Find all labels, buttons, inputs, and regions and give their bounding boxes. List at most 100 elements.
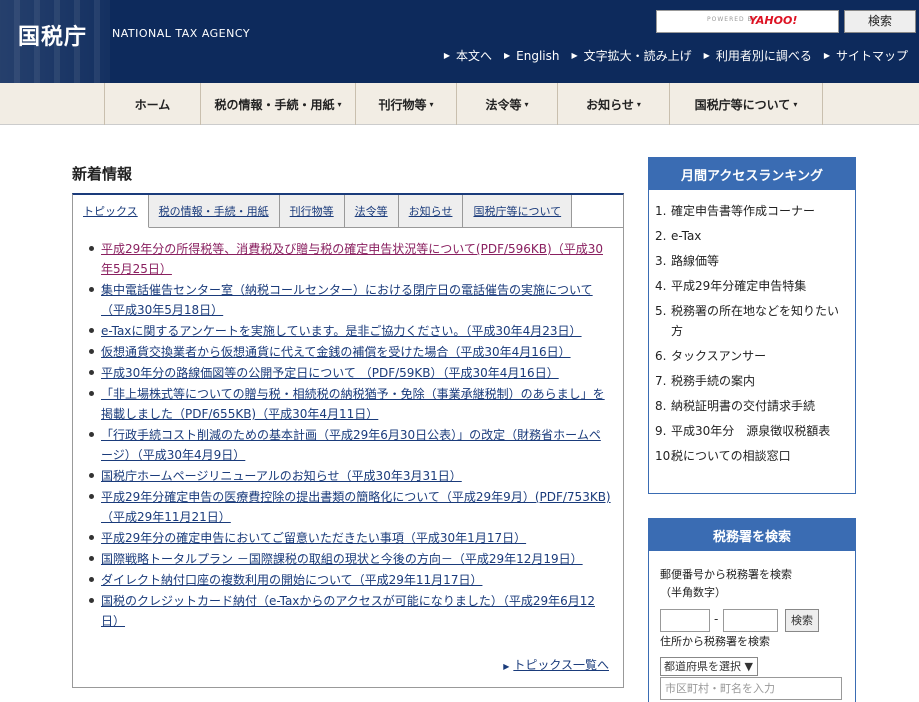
- ranking-link[interactable]: タックスアンサー: [671, 346, 855, 366]
- site-search-input[interactable]: POWERED BY YAHOO!: [656, 10, 839, 33]
- ranking-link[interactable]: 税についての相談窓口: [671, 446, 855, 466]
- tax-office-search: 税務署を検索 郵便番号から税務署を検索 （半角数字） - 検索 住所から税務署を…: [648, 518, 856, 702]
- ranking-item[interactable]: 7. 税務手続の案内: [655, 369, 855, 394]
- topic-item: 仮想通貨交換業者から仮想通貨に代えて金銭の補償を受けた場合（平成30年4月16日…: [85, 342, 611, 362]
- tab-publications[interactable]: 刊行物等: [279, 195, 345, 228]
- ranking-item[interactable]: 2. e-Tax: [655, 224, 855, 249]
- ranking-link[interactable]: 平成29年分確定申告特集: [671, 276, 855, 296]
- nav-publications[interactable]: 刊行物等 ▾: [356, 83, 457, 125]
- topic-item: 「行政手続コスト削減のための基本計画（平成29年6月30日公表）」の改定（財務省…: [85, 425, 611, 465]
- ranking-number: 2.: [655, 229, 667, 243]
- site-logo-english: NATIONAL TAX AGENCY: [112, 27, 251, 40]
- address-search-label: 住所から税務署を検索: [660, 635, 770, 648]
- tab-laws[interactable]: 法令等: [344, 195, 399, 228]
- topic-link[interactable]: 平成30年分の路線価図等の公開予定日について （PDF/59KB）（平成30年4…: [101, 366, 559, 380]
- site-logo[interactable]: 国税庁: [18, 19, 87, 51]
- ranking-number: 4.: [655, 279, 667, 293]
- ranking-heading: 月間アクセスランキング: [649, 158, 855, 190]
- util-link-main-content[interactable]: ▶ 本文へ: [444, 47, 492, 64]
- nav-notices[interactable]: お知らせ ▾: [558, 83, 670, 125]
- topic-link[interactable]: 国際戦略トータルプラン －国際課税の取組の現状と今後の方向－（平成29年12月1…: [101, 552, 583, 566]
- topic-item: 国税のクレジットカード納付（e-Taxからのアクセスが可能になりました）（平成2…: [85, 591, 611, 631]
- nav-tax-info[interactable]: 税の情報・手続・用紙 ▾: [201, 83, 356, 125]
- tab-topics[interactable]: トピックス: [73, 195, 149, 228]
- ranking-link[interactable]: 路線価等: [671, 251, 855, 271]
- news-panel: トピックス 税の情報・手続・用紙 刊行物等 法令等 お知らせ 国税庁等について …: [72, 193, 624, 688]
- topic-item: ダイレクト納付口座の複数利用の開始について（平成29年11月17日）: [85, 570, 611, 590]
- util-link-accessibility[interactable]: ▶ 文字拡大・読み上げ: [571, 47, 691, 64]
- ranking-list: 1. 確定申告書等作成コーナー 2. e-Tax 3. 路線価等 4. 平成29年分確定申告特…: [649, 190, 855, 469]
- ranking-item[interactable]: 3. 路線価等: [655, 249, 855, 274]
- triangle-right-icon: ▶: [503, 662, 510, 671]
- tab-notices[interactable]: お知らせ: [398, 195, 464, 228]
- chevron-down-icon: ▾: [793, 99, 798, 109]
- topics-list: 平成29年分の所得税等、消費税及び贈与税の確定申告状況等について(PDF/596…: [85, 239, 611, 632]
- site-search-button[interactable]: 検索: [844, 10, 916, 33]
- topics-more-link[interactable]: ▶ トピックス一覧へ: [503, 656, 609, 673]
- zip-second-field[interactable]: [723, 609, 778, 632]
- topic-link[interactable]: e-Taxに関するアンケートを実施しています。是非ご協力ください。（平成30年4…: [101, 324, 582, 338]
- topic-item: 平成29年分確定申告の医療費控除の提出書類の簡略化について（平成29年9月）(P…: [85, 487, 611, 527]
- news-tabs: トピックス 税の情報・手続・用紙 刊行物等 法令等 お知らせ 国税庁等について: [73, 195, 573, 228]
- chevron-down-icon: ▾: [524, 99, 529, 109]
- ranking-link[interactable]: e-Tax: [671, 226, 855, 246]
- topic-item: 平成29年分の所得税等、消費税及び贈与税の確定申告状況等について(PDF/596…: [85, 239, 611, 279]
- topic-link[interactable]: 平成29年分確定申告の医療費控除の提出書類の簡略化について（平成29年9月）(P…: [101, 490, 611, 524]
- site-header: 国税庁 NATIONAL TAX AGENCY POWERED BY YAHOO…: [0, 0, 919, 83]
- topic-link[interactable]: ダイレクト納付口座の複数利用の開始について（平成29年11月17日）: [101, 573, 482, 587]
- ranking-link[interactable]: 税務署の所在地などを知りたい方: [671, 301, 855, 341]
- util-link-by-user[interactable]: ▶ 利用者別に調べる: [704, 47, 812, 64]
- ranking-link[interactable]: 税務手続の案内: [671, 371, 855, 391]
- zip-search-label: 郵便番号から税務署を検索: [660, 568, 792, 581]
- topic-link[interactable]: 国税庁ホームページリニューアルのお知らせ（平成30年3月31日）: [101, 469, 462, 483]
- yahoo-logo: YAHOO!: [749, 14, 798, 27]
- topic-link[interactable]: 「行政手続コスト削減のための基本計画（平成29年6月30日公表）」の改定（財務省…: [101, 428, 601, 462]
- ranking-number: 6.: [655, 349, 667, 363]
- topic-item: 国税庁ホームページリニューアルのお知らせ（平成30年3月31日）: [85, 466, 611, 486]
- triangle-right-icon: ▶: [503, 51, 511, 60]
- topic-link[interactable]: 平成29年分の所得税等、消費税及び贈与税の確定申告状況等について(PDF/596…: [101, 242, 603, 276]
- ranking-number: 10.: [655, 449, 675, 463]
- ranking-item[interactable]: 10. 税についての相談窓口: [655, 444, 855, 469]
- chevron-down-icon: ▾: [636, 99, 641, 109]
- ranking-number: 5.: [655, 304, 667, 318]
- topic-item: 集中電話催告センター室（納税コールセンター）における閉庁日の電話催告の実施につい…: [85, 280, 611, 320]
- city-input[interactable]: 市区町村・町名を入力: [660, 677, 842, 700]
- util-link-sitemap[interactable]: ▶ サイトマップ: [824, 47, 908, 64]
- triangle-right-icon: ▶: [823, 51, 830, 60]
- topic-link[interactable]: 集中電話催告センター室（納税コールセンター）における閉庁日の電話催告の実施につい…: [101, 283, 593, 317]
- ranking-item[interactable]: 1. 確定申告書等作成コーナー: [655, 199, 855, 224]
- ranking-item[interactable]: 8. 納税証明書の交付請求手続: [655, 394, 855, 419]
- ranking-number: 7.: [655, 374, 667, 388]
- util-link-english[interactable]: ▶ English: [504, 47, 560, 64]
- triangle-right-icon: ▶: [703, 51, 710, 60]
- topic-link[interactable]: 平成29年分の確定申告においてご留意いただきたい事項（平成30年1月17日）: [101, 531, 526, 545]
- ranking-item[interactable]: 5. 税務署の所在地などを知りたい方: [655, 299, 855, 344]
- topic-link[interactable]: 「非上場株式等についての贈与税・相続税の納税猶予・免除（事業承継税制）のあらまし…: [101, 387, 605, 421]
- triangle-right-icon: ▶: [571, 51, 578, 60]
- topic-item: 平成30年分の路線価図等の公開予定日について （PDF/59KB）（平成30年4…: [85, 363, 611, 383]
- topic-item: 平成29年分の確定申告においてご留意いただきたい事項（平成30年1月17日）: [85, 528, 611, 548]
- zip-first-field[interactable]: [660, 609, 710, 632]
- topic-link[interactable]: 国税のクレジットカード納付（e-Taxからのアクセスが可能になりました）（平成2…: [101, 594, 595, 628]
- nav-home[interactable]: ホーム: [105, 83, 201, 125]
- news-heading: 新着情報: [72, 165, 133, 183]
- ranking-number: 8.: [655, 399, 667, 413]
- tab-tax-info[interactable]: 税の情報・手続・用紙: [148, 195, 280, 228]
- ranking-link[interactable]: 平成30年分 源泉徴収税額表: [671, 421, 855, 441]
- ranking-link[interactable]: 納税証明書の交付請求手続: [671, 396, 855, 416]
- topic-item: 国際戦略トータルプラン －国際課税の取組の現状と今後の方向－（平成29年12月1…: [85, 549, 611, 569]
- ranking-item[interactable]: 4. 平成29年分確定申告特集: [655, 274, 855, 299]
- topic-link[interactable]: 仮想通貨交換業者から仮想通貨に代えて金銭の補償を受けた場合（平成30年4月16日…: [101, 345, 571, 359]
- zip-search-button[interactable]: 検索: [785, 609, 819, 632]
- ranking-link[interactable]: 確定申告書等作成コーナー: [671, 201, 855, 221]
- ranking-item[interactable]: 6. タックスアンサー: [655, 344, 855, 369]
- prefecture-select[interactable]: 都道府県を選択 ▼: [660, 657, 758, 676]
- access-ranking: 月間アクセスランキング 1. 確定申告書等作成コーナー 2. e-Tax 3. 路線価等 4…: [648, 157, 856, 494]
- nav-about[interactable]: 国税庁等について ▾: [670, 83, 823, 125]
- ranking-item[interactable]: 9. 平成30年分 源泉徴収税額表: [655, 419, 855, 444]
- office-search-heading: 税務署を検索: [649, 519, 855, 551]
- tab-about[interactable]: 国税庁等について: [463, 195, 573, 228]
- nav-laws[interactable]: 法令等 ▾: [457, 83, 558, 125]
- topic-item: 「非上場株式等についての贈与税・相続税の納税猶予・免除（事業承継税制）のあらまし…: [85, 384, 611, 424]
